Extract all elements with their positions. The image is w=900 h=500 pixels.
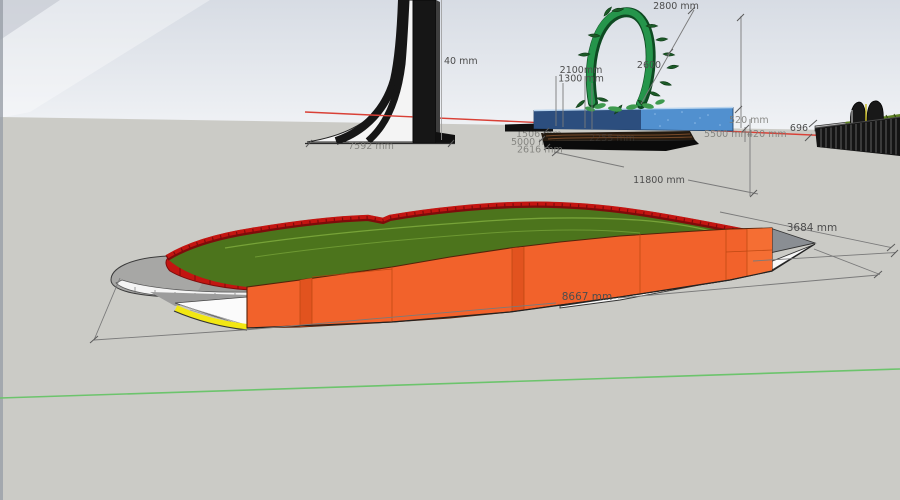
platform-panel: [300, 278, 312, 327]
viewport[interactable]: 1506 mm 5000 mm 2255 mm: [0, 0, 900, 500]
platform-panel: [512, 247, 524, 311]
dim-label-planter-right-mid-a: 5500 mm: [704, 129, 750, 140]
dim-label-platform-width: 3684 mm: [787, 222, 838, 234]
dim-label-planter-right-top: 520 mm: [729, 115, 769, 126]
dim-label-planter-face: 2255 mm: [589, 133, 635, 144]
platform-panel: [747, 228, 772, 277]
dim-label-tower-height: 40 mm: [444, 56, 478, 67]
tower-side-face: [436, 0, 440, 143]
dim-label-planter-left-3: 2616 mm: [517, 145, 563, 156]
dim-label-planter-length: 11800 mm: [633, 175, 685, 186]
dim-label-platform-length: 8667 mm: [562, 291, 613, 303]
dim-label-sculpture-top: 2800 mm: [653, 1, 699, 12]
viewport-left-edge: [0, 0, 3, 500]
dim-label-right-structure: 696: [790, 123, 808, 134]
dim-label-planter-height-b: 1300 mm: [558, 74, 604, 85]
dim-label-sculpture-mid: 2600: [637, 60, 661, 71]
planter-blue-box-dark-half: [534, 109, 641, 130]
scene-canvas[interactable]: 1506 mm 5000 mm 2255 mm: [0, 0, 900, 500]
dim-label-tower-base: 7592 mm: [348, 141, 394, 152]
dim-label-planter-right-mid-b: 420 mm: [747, 129, 787, 140]
tower-front-face: [413, 0, 436, 143]
